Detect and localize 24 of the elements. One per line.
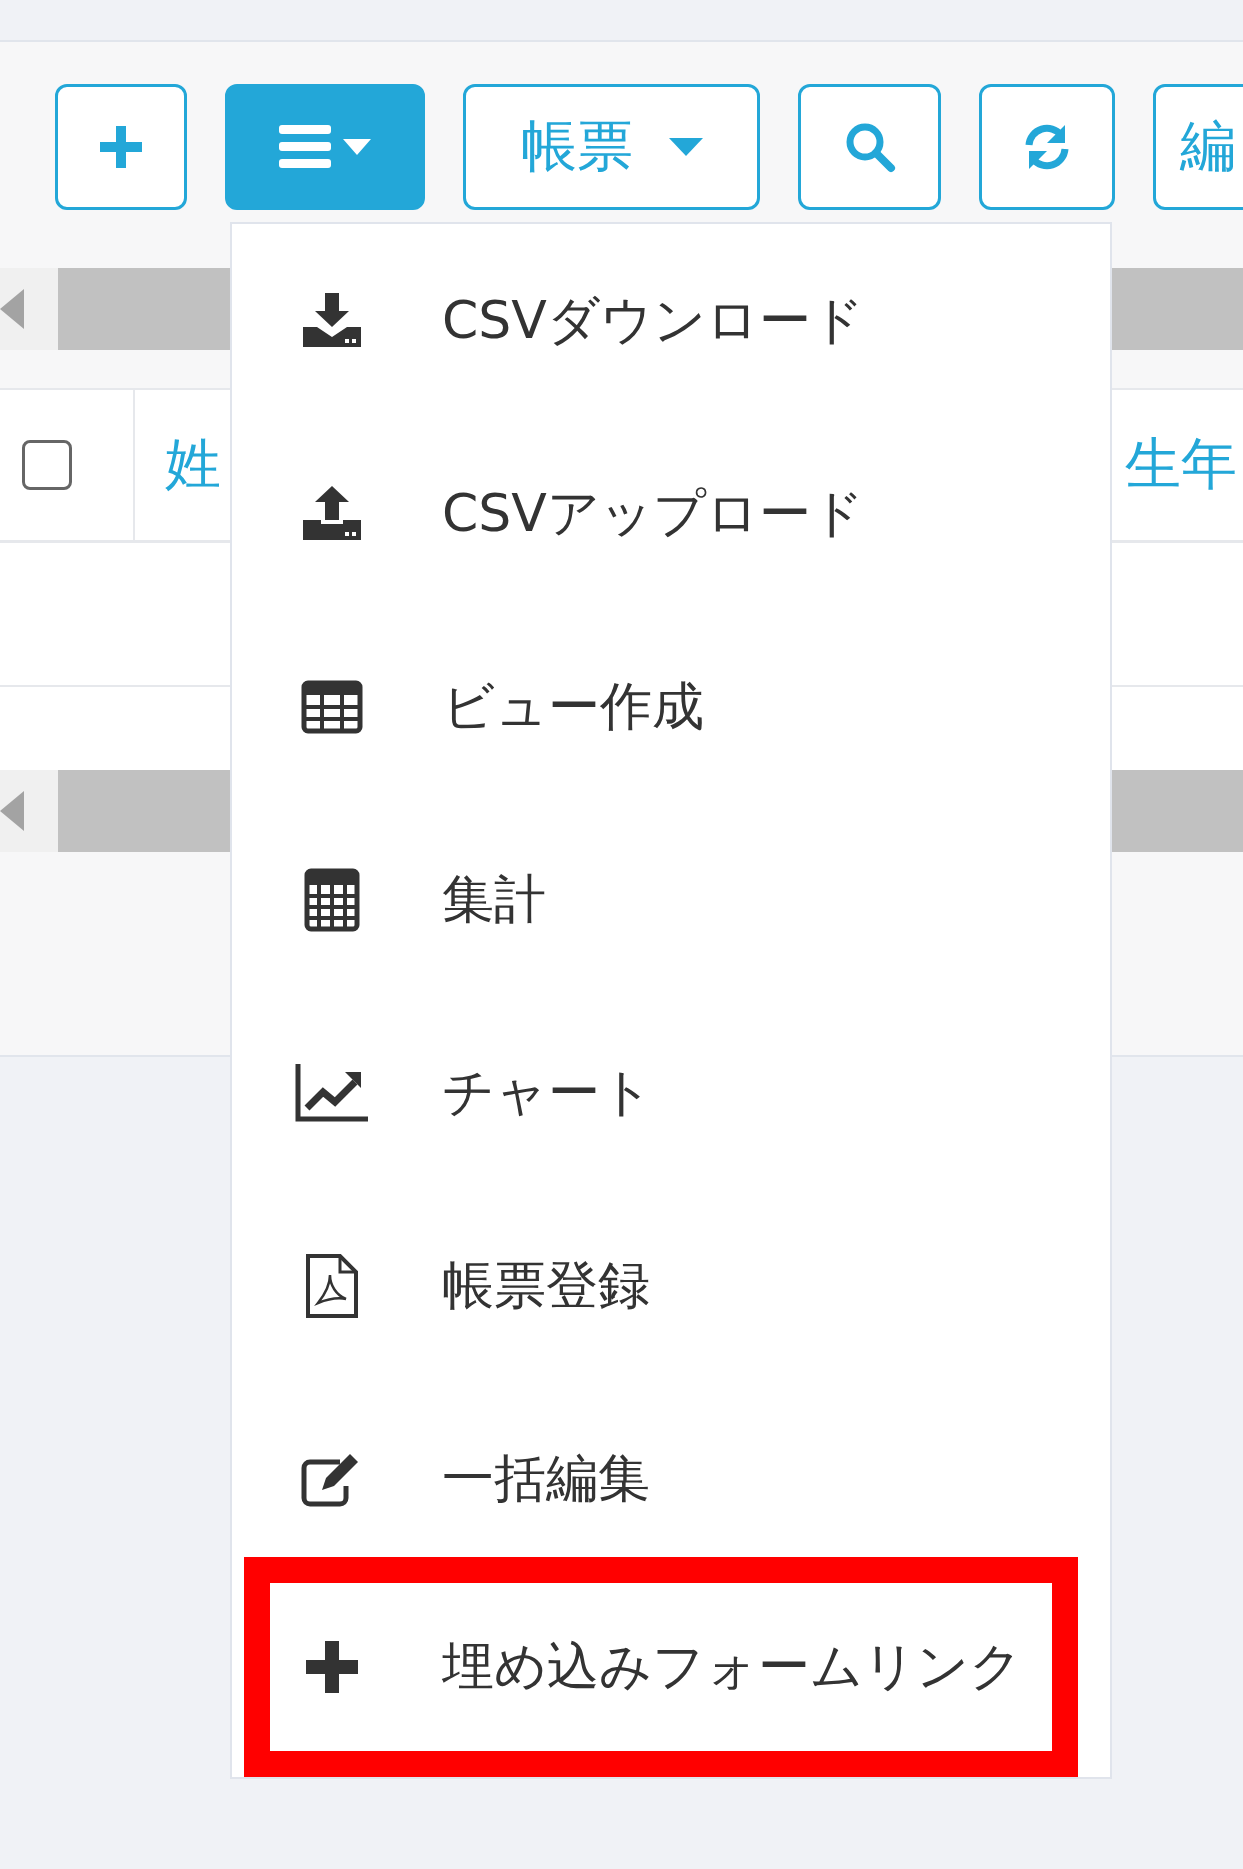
plus-icon xyxy=(304,1639,360,1695)
plus-icon xyxy=(98,124,144,170)
menu-item[interactable]: 埋め込みフォームリンク xyxy=(244,1557,1078,1777)
menu-dropdown-button[interactable] xyxy=(225,84,425,210)
menu-item[interactable]: 集計 xyxy=(232,803,1110,996)
caret-icon xyxy=(668,138,703,156)
menu-item[interactable]: CSVアップロード xyxy=(232,417,1110,610)
table-icon xyxy=(301,679,363,734)
download-icon xyxy=(301,292,363,349)
refresh-button[interactable] xyxy=(979,84,1115,210)
menu-item[interactable]: CSVダウンロード xyxy=(232,224,1110,417)
scroll-left-arrow-icon[interactable] xyxy=(0,289,24,329)
search-button[interactable] xyxy=(798,84,941,210)
menu-item[interactable]: チャート xyxy=(232,996,1110,1189)
pdf-file-icon xyxy=(304,1252,360,1319)
menu-icon xyxy=(277,123,373,171)
calculator-icon xyxy=(304,867,360,932)
menu-item[interactable]: ビュー作成 xyxy=(232,610,1110,803)
add-button[interactable] xyxy=(55,84,187,210)
menu-item[interactable]: 帳票登録 xyxy=(232,1189,1110,1382)
scroll-left-arrow-icon[interactable] xyxy=(0,791,24,831)
line-chart-icon xyxy=(295,1063,369,1122)
select-all-checkbox[interactable] xyxy=(22,440,72,490)
upload-icon xyxy=(301,485,363,542)
